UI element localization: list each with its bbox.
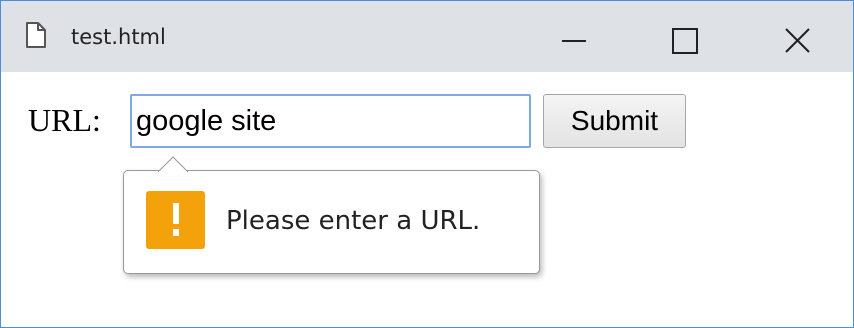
validation-tooltip: Please enter a URL. <box>123 156 540 274</box>
warning-icon <box>146 191 205 249</box>
maximize-button[interactable] <box>665 19 705 59</box>
title-bar[interactable]: test.html <box>1 1 853 72</box>
minimize-icon <box>562 40 586 42</box>
url-label: URL: <box>28 102 101 138</box>
maximize-icon <box>672 28 698 54</box>
url-input[interactable] <box>130 94 531 148</box>
window-title: test.html <box>71 25 166 49</box>
minimize-button[interactable] <box>553 19 593 59</box>
page-icon <box>26 22 46 48</box>
validation-message: Please enter a URL. <box>226 206 481 236</box>
submit-button[interactable]: Submit <box>543 94 686 148</box>
browser-window: test.html URL: Submit <box>0 0 854 328</box>
tooltip-arrow <box>158 156 188 172</box>
close-button[interactable] <box>778 19 818 59</box>
close-icon <box>785 28 810 53</box>
page-content: URL: Submit Please enter a URL. <box>1 72 853 327</box>
